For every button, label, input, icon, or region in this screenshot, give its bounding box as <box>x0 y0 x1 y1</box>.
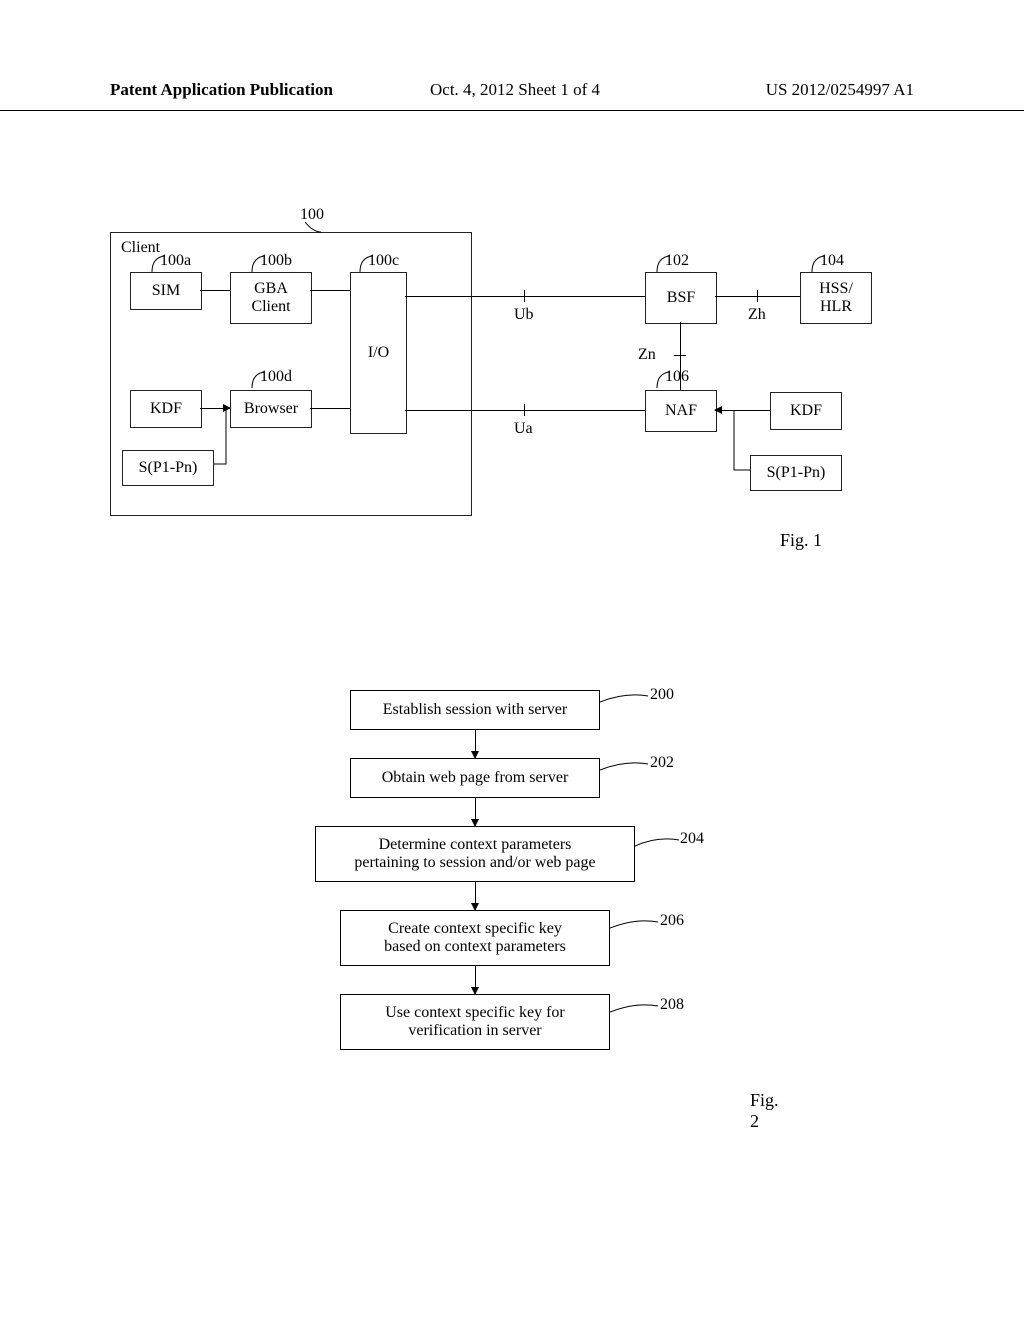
arrow-202-204 <box>475 798 476 826</box>
callout-200 <box>600 694 650 710</box>
hss-label: HSS/ HLR <box>819 280 853 316</box>
io-box: I/O <box>350 272 407 434</box>
step-208-num: 208 <box>660 996 684 1014</box>
callout-204 <box>635 838 681 854</box>
step-206-box: Create context specific key based on con… <box>340 910 610 966</box>
sp-left-connector <box>214 408 234 466</box>
page: Patent Application Publication Oct. 4, 2… <box>0 0 1024 1320</box>
hss-box: HSS/ HLR <box>800 272 872 324</box>
step-204-box: Determine context parameters pertaining … <box>315 826 635 882</box>
client-title: Client <box>121 239 160 257</box>
fig1-caption: Fig. 1 <box>780 530 822 551</box>
naf-label: NAF <box>665 402 697 420</box>
sp-left-label: S(P1-Pn) <box>139 459 198 477</box>
line-browser-io <box>310 408 350 409</box>
step-204-text: Determine context parameters pertaining … <box>354 836 595 872</box>
bsf-box: BSF <box>645 272 717 324</box>
header-center: Oct. 4, 2012 Sheet 1 of 4 <box>430 80 600 100</box>
header: Patent Application Publication Oct. 4, 2… <box>0 80 1024 111</box>
arrow-200-202 <box>475 730 476 758</box>
fig2-caption: Fig. 2 <box>750 1090 779 1132</box>
line-ub <box>405 296 645 297</box>
sp-right-connector <box>716 410 752 472</box>
step-200-text: Establish session with server <box>383 701 567 719</box>
kdf-right-label: KDF <box>790 402 822 420</box>
header-left: Patent Application Publication <box>110 80 333 100</box>
sp-right-label: S(P1-Pn) <box>767 464 826 482</box>
line-sim-gba <box>200 290 230 291</box>
label-ub: Ub <box>514 306 534 324</box>
sp-left-box: S(P1-Pn) <box>122 450 214 486</box>
io-label: I/O <box>368 344 389 362</box>
kdf-left-box: KDF <box>130 390 202 428</box>
tick-ub <box>524 290 525 302</box>
tick-ua <box>524 404 525 416</box>
gba-box: GBA Client <box>230 272 312 324</box>
figure-2: Establish session with server 200 Obtain… <box>280 690 760 1130</box>
sim-label: SIM <box>152 282 180 300</box>
tick-zh <box>757 290 758 302</box>
arrow-206-208 <box>475 966 476 994</box>
step-202-num: 202 <box>650 754 674 772</box>
callout-curve-100 <box>305 222 323 236</box>
callout-202 <box>600 762 650 778</box>
label-zn: Zn <box>638 346 656 364</box>
label-zh: Zh <box>748 306 766 324</box>
step-202-text: Obtain web page from server <box>382 769 569 787</box>
kdf-left-label: KDF <box>150 400 182 418</box>
step-208-box: Use context specific key for verificatio… <box>340 994 610 1050</box>
step-204-num: 204 <box>680 830 704 848</box>
arrow-204-206 <box>475 882 476 910</box>
sim-box: SIM <box>130 272 202 310</box>
step-202-box: Obtain web page from server <box>350 758 600 798</box>
kdf-right-box: KDF <box>770 392 842 430</box>
browser-box: Browser <box>230 390 312 428</box>
label-ua: Ua <box>514 420 533 438</box>
step-200-box: Establish session with server <box>350 690 600 730</box>
line-zn <box>680 322 681 390</box>
hook-100d <box>250 372 266 390</box>
callout-206 <box>610 920 660 936</box>
step-200-num: 200 <box>650 686 674 704</box>
step-208-text: Use context specific key for verificatio… <box>385 1004 564 1040</box>
figure-1: Client 100 100a 100b 100c SIM GBA Client… <box>110 210 910 540</box>
callout-208 <box>610 1004 660 1020</box>
gba-label: GBA Client <box>251 280 290 316</box>
sp-right-box: S(P1-Pn) <box>750 455 842 491</box>
line-gba-io <box>310 290 350 291</box>
step-206-num: 206 <box>660 912 684 930</box>
browser-label: Browser <box>244 400 298 418</box>
header-right: US 2012/0254997 A1 <box>766 80 914 100</box>
tick-zn <box>674 355 686 356</box>
bsf-label: BSF <box>667 289 695 307</box>
line-ua <box>405 410 645 411</box>
step-206-text: Create context specific key based on con… <box>384 920 566 956</box>
hook-106 <box>655 372 671 390</box>
naf-box: NAF <box>645 390 717 432</box>
